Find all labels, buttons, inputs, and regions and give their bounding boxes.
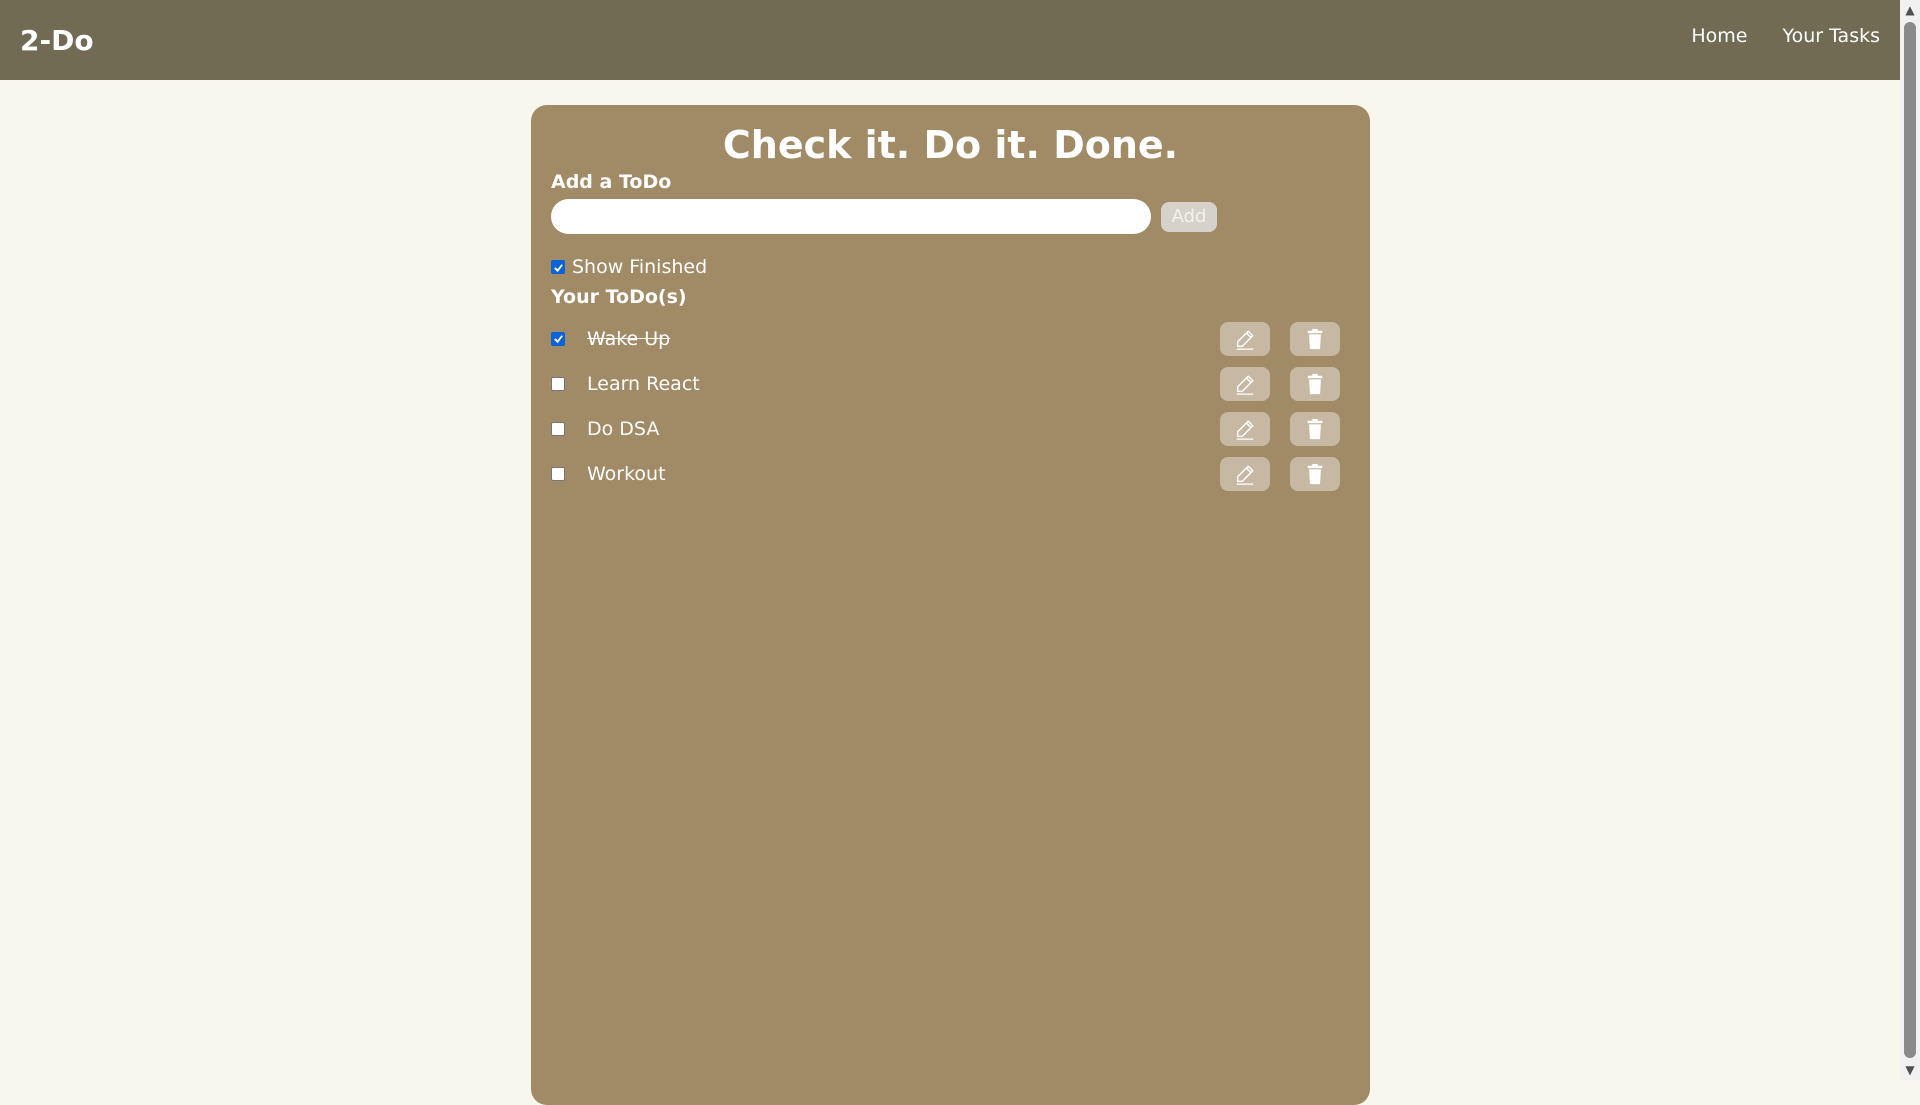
todo-item: Do DSA <box>551 406 1350 451</box>
show-finished-checkbox[interactable] <box>551 260 565 274</box>
todos-heading: Your ToDo(s) <box>551 286 687 308</box>
checkmark-icon <box>553 263 563 272</box>
edit-todo-button[interactable] <box>1220 411 1270 446</box>
edit-todo-button[interactable] <box>1220 321 1270 356</box>
delete-todo-button[interactable] <box>1290 456 1340 491</box>
show-finished-toggle[interactable]: Show Finished <box>551 256 1350 278</box>
trash-icon <box>1307 418 1323 439</box>
todo-checkbox[interactable] <box>551 466 565 481</box>
scrollbar[interactable]: ▲ ▼ <box>1900 0 1920 1080</box>
delete-todo-button[interactable] <box>1290 366 1340 401</box>
add-todo-label: Add a ToDo <box>551 171 672 193</box>
pencil-icon <box>1236 464 1254 485</box>
scroll-down-icon[interactable]: ▼ <box>1900 1060 1920 1080</box>
todo-checkbox[interactable] <box>551 331 565 346</box>
todo-checkbox[interactable] <box>551 421 565 436</box>
delete-todo-button[interactable] <box>1290 411 1340 446</box>
checkmark-icon <box>553 335 563 344</box>
trash-icon <box>1307 328 1323 349</box>
trash-icon <box>1307 463 1323 484</box>
pencil-icon <box>1236 419 1254 440</box>
edit-todo-button[interactable] <box>1220 366 1270 401</box>
todo-item: Wake Up <box>551 316 1350 361</box>
page-title: Check it. Do it. Done. <box>722 123 1179 167</box>
todo-item: Learn React <box>551 361 1350 406</box>
delete-todo-button[interactable] <box>1290 321 1340 356</box>
navbar: 2-Do Home Your Tasks <box>0 0 1900 80</box>
todo-text: Do DSA <box>587 417 660 440</box>
todo-item: Workout <box>551 451 1350 496</box>
todo-text: Learn React <box>587 372 700 395</box>
todo-card: Check it. Do it. Done. Add a ToDo Add Sh… <box>531 105 1370 1105</box>
todo-text: Workout <box>587 462 666 485</box>
todo-checkbox[interactable] <box>551 376 565 391</box>
scroll-up-icon[interactable]: ▲ <box>1900 0 1920 20</box>
add-button[interactable]: Add <box>1161 201 1217 232</box>
brand-logo[interactable]: 2-Do <box>20 24 94 57</box>
scroll-thumb[interactable] <box>1904 22 1916 1058</box>
edit-todo-button[interactable] <box>1220 456 1270 491</box>
add-todo-input[interactable] <box>551 199 1151 234</box>
todo-list: Wake Up Learn React Do DSA Workout <box>551 316 1350 496</box>
add-todo-row: Add <box>551 199 1350 234</box>
show-finished-label: Show Finished <box>572 256 708 278</box>
pencil-icon <box>1236 374 1254 395</box>
todo-text: Wake Up <box>587 327 671 350</box>
nav-links: Home Your Tasks <box>1691 25 1880 47</box>
nav-link-your-tasks[interactable]: Your Tasks <box>1782 25 1880 47</box>
trash-icon <box>1307 373 1323 394</box>
nav-link-home[interactable]: Home <box>1691 25 1747 47</box>
pencil-icon <box>1236 329 1254 350</box>
